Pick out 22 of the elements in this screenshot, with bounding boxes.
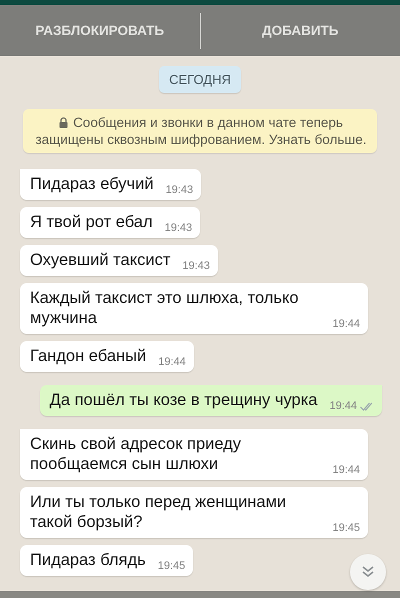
message-time: 19:43 <box>166 184 194 196</box>
message-text: Или ты только перед женщинами такой борзый? <box>30 492 288 532</box>
message-time: 19:43 <box>164 222 192 234</box>
message-text: Скинь свой адресок приеду пообщаемся сын шлюхи <box>30 434 242 474</box>
message-time: 19:45 <box>158 560 186 572</box>
encryption-notice[interactable]: Сообщения и звонки в данном чате теперь защищены сквозным шифрованием. Узнать больше. <box>23 109 377 153</box>
message-time: 19:43 <box>182 260 210 272</box>
message-time: 19:44 <box>158 356 186 368</box>
date-chip: СЕГОДНЯ <box>159 66 241 93</box>
message-text: Я твой рот ебал <box>30 212 153 232</box>
action-button[interactable]: ДОБАВИТЬ <box>200 5 400 56</box>
action-button[interactable]: РАЗБЛОКИРОВАТЬ <box>0 5 200 56</box>
message-time: 19:45 <box>332 522 360 534</box>
message-time: 19:44 <box>329 400 357 412</box>
message-text: Каждый таксист это шлюха, только мужчина <box>30 288 300 328</box>
message-text: Гандон ебаный <box>30 346 146 366</box>
message-time: 19:44 <box>332 464 360 476</box>
message-time: 19:44 <box>332 318 360 330</box>
message-text: Пидараз ебучий <box>30 174 154 194</box>
message-text: Да пошёл ты козе в трещину чурка <box>50 390 318 410</box>
message-text: Пидараз блядь <box>30 550 146 570</box>
message-text: Охуевший таксист <box>30 250 170 270</box>
